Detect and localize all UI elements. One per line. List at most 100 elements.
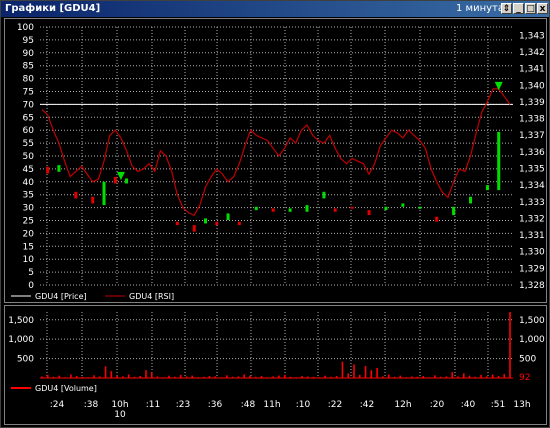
price-candle-up: [125, 178, 129, 184]
volume-bar: [353, 364, 355, 378]
price-candle-down: [215, 221, 219, 226]
volume-bar: [370, 370, 373, 378]
rsi-axis-tick: 5: [28, 268, 34, 278]
rsi-axis-tick: 95: [23, 36, 34, 46]
volume-bar: [341, 361, 344, 378]
price-candle-up: [204, 218, 208, 224]
volume-axis-tick-right: 1,000: [519, 335, 545, 345]
rsi-axis-tick: 100: [17, 23, 34, 33]
volume-bar: [451, 372, 454, 378]
volume-bar: [509, 312, 511, 378]
volume-axis-tick-right: 500: [519, 355, 536, 365]
volume-axis-tick: 1,000: [8, 335, 34, 345]
price-candle-down: [74, 191, 78, 199]
maximize-button[interactable]: □: [525, 3, 536, 14]
volume-chart: 1,500 1,500 1,000 1,000 500 500 92 GDU4 [Volume…: [8, 312, 545, 420]
minimize-button[interactable]: _: [513, 3, 524, 14]
rsi-axis-tick: 55: [23, 139, 34, 149]
rsi-axis-tick: 15: [23, 242, 34, 252]
volume-axis-tick: 500: [17, 355, 34, 365]
price-axis-tick: 1,340: [519, 81, 545, 91]
price-candle-up: [418, 206, 422, 209]
price-candle-up: [226, 213, 230, 221]
timeframe-selector[interactable]: 1 минута: [456, 3, 504, 14]
rsi-axis-tick: 0: [28, 281, 34, 291]
legend-rsi-label: GDU4 [RSI]: [129, 292, 174, 301]
time-axis-tick: :36: [208, 400, 223, 410]
price-panel[interactable]: 0 5 10 15 20 25 30 35 40 45 50 55 60 65 70 75 80 85 90 95 10…: [4, 18, 547, 303]
sell-signal-icon: [116, 171, 125, 181]
price-candle-down: [350, 206, 354, 209]
price-axis-tick: 1,334: [519, 181, 545, 191]
time-axis-sublabel: 10: [114, 410, 126, 420]
price-candle-down: [271, 208, 275, 212]
price-axis-tick: 1,336: [519, 148, 545, 158]
close-button[interactable]: x: [537, 3, 548, 14]
rsi-axis-tick: 30: [23, 204, 35, 214]
volume-bar: [503, 374, 506, 378]
time-axis-tick: :10: [296, 400, 311, 410]
volume-panel[interactable]: 1,500 1,500 1,000 1,000 500 500 92 GDU4 [Volume…: [4, 305, 547, 425]
price-axis-tick: 1,342: [519, 48, 545, 58]
price-axis-tick: 1,330: [519, 248, 545, 258]
price-axis-tick: 1,331: [519, 231, 545, 241]
rsi-axis-tick: 10: [23, 255, 35, 265]
price-axis-tick: 1,343: [519, 31, 545, 41]
price-candle-down: [113, 176, 117, 184]
rsi-axis-tick: 85: [23, 62, 34, 72]
window-title: Графики [GDU4]: [5, 3, 101, 14]
volume-axis-tick-right: 1,500: [519, 316, 545, 326]
price-candle-down: [175, 221, 179, 226]
price-candle-down: [367, 210, 371, 216]
title-bar[interactable]: Графики [GDU4] 1 минута ⇕ _ □ x: [1, 1, 549, 17]
rsi-axis-tick: 80: [23, 75, 35, 85]
volume-bar: [243, 374, 246, 378]
price-candle-up: [322, 191, 326, 199]
price-candle-down: [91, 196, 95, 204]
time-axis-tick: :11: [146, 400, 160, 410]
rsi-axis-tick: 20: [23, 229, 35, 239]
volume-bar: [145, 370, 147, 378]
rsi-axis-tick: 70: [23, 100, 35, 110]
time-axis-tick: :23: [176, 400, 190, 410]
volume-bar: [491, 374, 494, 378]
volume-last-value: 92: [519, 373, 530, 383]
volume-bar: [70, 374, 72, 378]
resize-icon[interactable]: ⇕: [501, 3, 512, 14]
time-axis-tick: :22: [328, 400, 342, 410]
time-axis-tick: :42: [360, 400, 374, 410]
legend-price-label: GDU4 [Price]: [35, 292, 87, 301]
rsi-axis-tick: 75: [23, 88, 34, 98]
price-axis-tick: 1,328: [519, 281, 545, 291]
volume-bar: [376, 367, 378, 378]
rsi-axis-tick: 65: [23, 113, 34, 123]
price-candle-up: [254, 206, 258, 211]
legend-volume-label: GDU4 [Volume]: [35, 384, 97, 393]
price-candle-up: [57, 165, 61, 172]
volume-bar: [110, 371, 113, 378]
time-axis-tick: :20: [430, 400, 445, 410]
price-axis-tick: 1,335: [519, 164, 545, 174]
volume-bar: [364, 365, 367, 378]
price-candle-up: [497, 131, 501, 191]
price-candle-up: [305, 205, 309, 212]
price-candle-up: [452, 206, 456, 216]
price-candle-down: [435, 216, 439, 222]
price-axis-tick: 1,332: [519, 214, 545, 224]
price-candle-up: [469, 196, 473, 204]
rsi-line: [41, 88, 511, 217]
volume-bar: [127, 374, 130, 378]
time-axis-tick: :24: [50, 400, 65, 410]
price-rsi-chart: 0 5 10 15 20 25 30 35 40 45 50 55 60 65 70 75 80 85 90 95 10…: [11, 23, 545, 301]
time-axis-tick: 11h: [263, 400, 280, 410]
time-axis-tick: :40: [461, 400, 476, 410]
price-axis-tick: 1,339: [519, 98, 545, 108]
price-candle-down: [192, 225, 196, 232]
rsi-axis-tick: 45: [23, 165, 34, 175]
rsi-axis-tick: 35: [23, 191, 34, 201]
price-candle-down: [237, 221, 241, 226]
volume-bar: [104, 366, 107, 378]
price-axis-tick: 1,333: [519, 198, 545, 208]
rsi-axis-tick: 50: [23, 152, 35, 162]
price-axis-tick: 1,341: [519, 65, 545, 75]
